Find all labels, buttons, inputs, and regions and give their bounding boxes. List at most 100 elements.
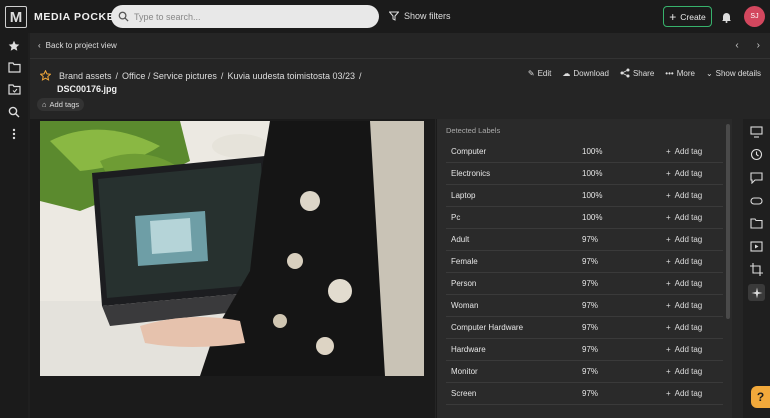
add-tag-button[interactable]: + Add tag [666, 257, 702, 266]
avatar[interactable]: SJ [744, 6, 765, 27]
favorites-star-icon[interactable] [7, 39, 21, 53]
add-tag-label: Add tag [674, 323, 703, 332]
shared-folder-icon[interactable] [7, 82, 21, 96]
label-name: Person [451, 279, 477, 288]
add-tag-button[interactable]: + Add tag [666, 169, 702, 178]
breadcrumb-item[interactable]: Brand assets [59, 71, 112, 81]
ai-sparkle-icon[interactable] [748, 284, 765, 301]
create-button[interactable]: + Create [663, 6, 712, 27]
plus-icon: + [666, 235, 671, 244]
plus-icon: + [666, 279, 671, 288]
download-label: Download [573, 68, 609, 78]
back-label: Back to project view [45, 41, 117, 50]
more-vertical-icon[interactable] [7, 127, 21, 141]
video-play-icon[interactable] [749, 239, 764, 254]
more-horizontal-icon: ••• [665, 68, 674, 78]
detected-labels-panel: Detected Labels Computer 100% + Add tag Ele… [436, 119, 732, 418]
add-tag-button[interactable]: + Add tag [666, 389, 702, 398]
asset-navigation: ‹ › [735, 40, 760, 51]
folder-icon[interactable] [749, 216, 764, 231]
label-name: Hardware [451, 345, 486, 354]
label-confidence: 100% [582, 169, 603, 178]
edit-label: Edit [537, 68, 552, 78]
label-confidence: 100% [582, 191, 603, 200]
notification-bell-icon[interactable] [721, 10, 732, 28]
search-input[interactable]: Type to search... [111, 5, 379, 28]
history-icon[interactable] [749, 147, 764, 162]
add-tag-button[interactable]: + Add tag [666, 279, 702, 288]
label-confidence: 100% [582, 213, 603, 222]
add-tag-button[interactable]: + Add tag [666, 323, 702, 332]
label-name: Laptop [451, 191, 476, 200]
add-tag-button[interactable]: + Add tag [666, 367, 702, 376]
add-tag-button[interactable]: + Add tag [666, 147, 702, 156]
list-item: Female 97% + Add tag [446, 251, 723, 273]
label-name: Electronics [451, 169, 491, 178]
add-tag-button[interactable]: + Add tag [666, 235, 702, 244]
list-item: Person 97% + Add tag [446, 273, 723, 295]
list-item: Laptop 100% + Add tag [446, 185, 723, 207]
label-name: Computer [451, 147, 487, 156]
download-button[interactable]: ☁ Download [562, 68, 609, 78]
next-asset-chevron-icon[interactable]: › [757, 40, 760, 51]
add-tag-button[interactable]: + Add tag [666, 345, 702, 354]
asset-preview-image[interactable] [40, 121, 424, 376]
add-tag-button[interactable]: + Add tag [666, 191, 702, 200]
add-tag-label: Add tag [674, 169, 703, 178]
edit-button[interactable]: ✎ Edit [528, 68, 552, 78]
search-icon[interactable] [7, 105, 21, 119]
cloud-download-icon: ☁ [562, 68, 571, 78]
plus-icon: + [666, 147, 671, 156]
label-name: Pc [451, 213, 461, 222]
asset-filename: DSC00176.jpg [57, 84, 118, 94]
filters-label: Show filters [404, 11, 451, 21]
left-sidebar [0, 33, 28, 418]
right-tool-sidebar [743, 119, 770, 418]
plus-icon: + [666, 301, 671, 310]
app-logo[interactable]: M [5, 6, 27, 28]
logo-letter: M [9, 8, 23, 26]
avatar-initials: SJ [750, 13, 759, 20]
crop-icon[interactable] [749, 262, 764, 277]
plus-icon: + [666, 323, 671, 332]
add-tag-button[interactable]: + Add tag [666, 301, 702, 310]
label-name: Woman [451, 301, 479, 310]
add-tags-button[interactable]: ⌂ Add tags [37, 98, 85, 111]
breadcrumb-item[interactable]: Kuvia uudesta toimistosta 03/23 [227, 71, 355, 81]
tag-icon: ⌂ [42, 100, 47, 109]
show-filters-button[interactable]: Show filters [389, 11, 451, 21]
plus-icon: + [666, 191, 671, 200]
filter-icon [389, 11, 399, 21]
list-item: Hardware 97% + Add tag [446, 339, 723, 361]
label-name: Female [451, 257, 478, 266]
add-tag-label: Add tag [674, 301, 703, 310]
help-button[interactable]: ? [751, 386, 770, 408]
preview-monitor-icon[interactable] [749, 124, 764, 139]
add-tag-label: Add tag [674, 147, 703, 156]
add-tag-label: Add tag [674, 389, 703, 398]
back-to-project-link[interactable]: ‹ Back to project view [38, 41, 117, 50]
top-bar: M MEDIA POCKET Type to search... Show fi… [0, 0, 770, 33]
plus-icon: + [666, 169, 671, 178]
list-item: Monitor 97% + Add tag [446, 361, 723, 383]
label-confidence: 97% [582, 235, 599, 244]
breadcrumb-item[interactable]: Office / Service pictures [122, 71, 217, 81]
folder-icon[interactable] [7, 60, 21, 74]
label-name: Screen [451, 389, 477, 398]
attachment-icon[interactable] [749, 193, 764, 208]
label-confidence: 97% [582, 345, 599, 354]
list-item: Computer 100% + Add tag [446, 141, 723, 163]
previous-asset-chevron-icon[interactable]: ‹ [735, 40, 738, 51]
label-confidence: 97% [582, 367, 599, 376]
labels-scrollbar[interactable] [726, 124, 730, 319]
plus-icon: + [666, 213, 671, 222]
label-name: Monitor [451, 367, 478, 376]
show-details-button[interactable]: ⌄ Show details [706, 68, 761, 78]
more-button[interactable]: ••• More [665, 68, 695, 78]
label-confidence: 97% [582, 257, 599, 266]
add-tag-button[interactable]: + Add tag [666, 213, 702, 222]
favorite-star-outline-icon[interactable] [40, 70, 51, 81]
list-item: Electronics 100% + Add tag [446, 163, 723, 185]
comments-icon[interactable] [749, 170, 764, 185]
share-button[interactable]: Share [620, 68, 654, 78]
